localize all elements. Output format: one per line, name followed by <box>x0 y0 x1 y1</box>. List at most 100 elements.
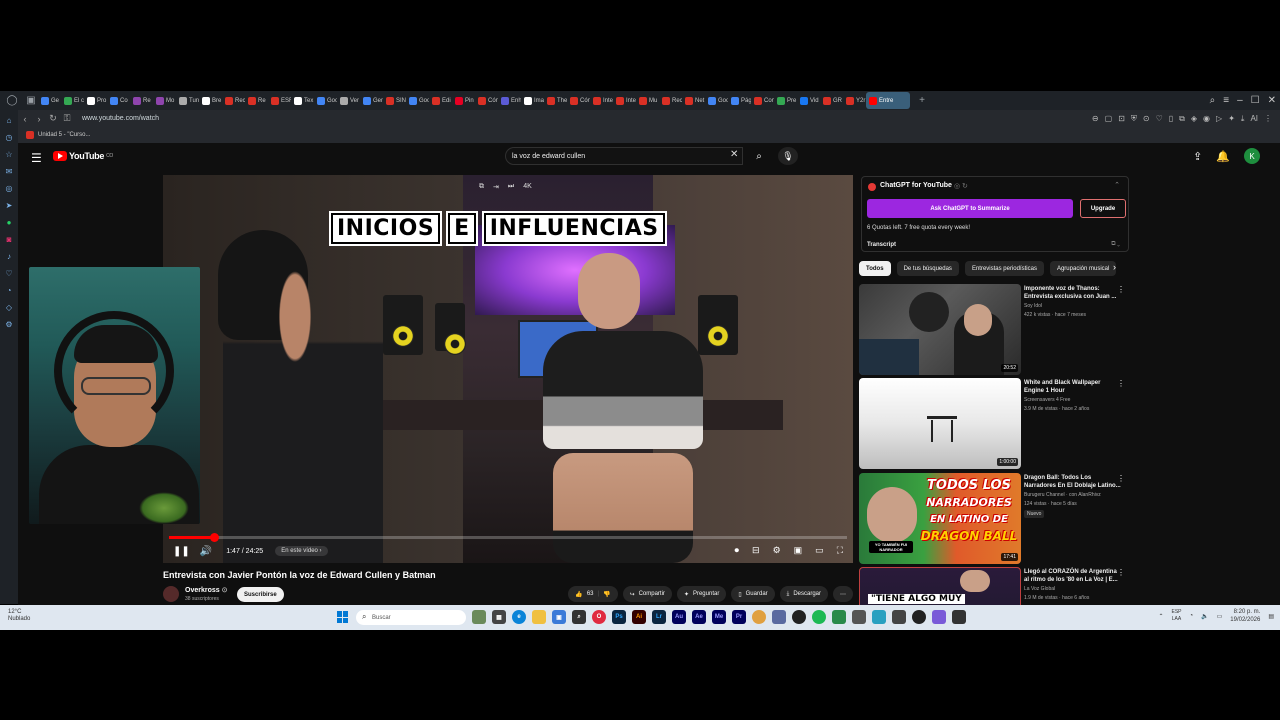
home-icon[interactable]: ⌂ <box>3 114 15 126</box>
after-effects-icon[interactable]: Ae <box>692 610 706 624</box>
recommendation-title[interactable]: Imponente voz de Thanos: Entrevista excl… <box>1024 285 1122 301</box>
notifications-icon[interactable]: ▤ <box>1268 613 1274 620</box>
browser-tab[interactable]: Y2r <box>843 92 866 109</box>
browser-tab[interactable]: Con <box>751 92 774 109</box>
app-icon[interactable] <box>932 610 946 624</box>
browser-tab[interactable]: Inte <box>590 92 613 109</box>
close-window-icon[interactable]: ✕ <box>1268 95 1276 106</box>
browser-tab[interactable]: Tex <box>291 92 314 109</box>
url-field[interactable]: www.youtube.com/watch <box>82 115 159 122</box>
recommendation-channel[interactable]: Soy Idol <box>1024 303 1042 309</box>
maximize-icon[interactable]: ☐ <box>1251 95 1260 106</box>
browser-tab[interactable]: SIN <box>383 92 406 109</box>
recommendation-channel[interactable]: La Voz Global <box>1024 586 1055 592</box>
widget-app-icon[interactable] <box>472 610 486 624</box>
quality-badge[interactable]: 4K <box>523 183 532 191</box>
more-options-icon[interactable]: ⋮ <box>1117 285 1125 294</box>
discord-icon[interactable]: ◎ <box>3 182 15 194</box>
app-icon[interactable] <box>952 610 966 624</box>
download-icon[interactable]: ⤓ <box>1241 114 1245 124</box>
upgrade-button[interactable]: Upgrade <box>1080 199 1126 218</box>
app-icon[interactable] <box>832 610 846 624</box>
subtitles-icon[interactable]: ⊟ <box>752 545 760 556</box>
chevron-up-tray-icon[interactable]: ⌃ <box>1158 613 1163 620</box>
clear-search-icon[interactable]: ✕ <box>730 149 738 160</box>
search-tabs-icon[interactable]: ⌕ <box>1210 95 1216 106</box>
store-icon[interactable]: ▣ <box>552 610 566 624</box>
chip-music-group[interactable]: Agrupación musical <box>1049 261 1117 276</box>
like-button[interactable]: 👍 63 | 👎 <box>568 586 618 602</box>
clock[interactable]: 8:20 p. m. 19/02/2026 <box>1230 608 1260 624</box>
bookmark-icon[interactable]: ▯ <box>1169 114 1173 123</box>
app-icon[interactable] <box>852 610 866 624</box>
chip-interviews[interactable]: Entrevistas periodísticas <box>964 261 1044 276</box>
workspace-icon[interactable]: ▣ <box>24 94 38 108</box>
transcript-label[interactable]: Transcript <box>867 242 896 248</box>
lightroom-icon[interactable]: Lr <box>652 610 666 624</box>
voice-search-icon[interactable]: 🎙 <box>778 147 798 165</box>
more-actions-button[interactable]: ⋯ <box>833 586 853 602</box>
weather-widget[interactable]: 12°C Nublado <box>8 609 30 623</box>
history-icon[interactable]: ◷ <box>3 131 15 143</box>
audition-icon[interactable]: Au <box>672 610 686 624</box>
more-options-icon[interactable]: ⋮ <box>1117 474 1125 483</box>
task-view-icon[interactable]: ▦ <box>492 610 506 624</box>
menu-icon[interactable]: ⋮ <box>1264 114 1272 123</box>
chatgpt-status-icons[interactable]: ◎ ↻ <box>954 182 968 190</box>
spotify-icon[interactable] <box>812 610 826 624</box>
browser-tab[interactable]: Goo <box>406 92 429 109</box>
recommendation-item[interactable]: "TIENE ALGO MUY Llegó al CORAZÓN de Arge… <box>859 567 1129 605</box>
recommendation-title[interactable]: Dragon Ball: Todos Los Narradores En El … <box>1024 474 1122 490</box>
photoshop-icon[interactable]: Ps <box>612 610 626 624</box>
opera-icon[interactable]: ◯ <box>5 94 19 108</box>
windows-start-icon[interactable] <box>337 611 349 623</box>
browser-tab[interactable]: Cón <box>567 92 590 109</box>
whatsapp-icon[interactable]: ● <box>3 216 15 228</box>
extensions-icon[interactable]: ⧉ <box>1179 114 1185 124</box>
puzzle-icon[interactable]: ✦ <box>1228 114 1235 123</box>
thumbs-down-icon[interactable]: 👎 <box>603 591 610 598</box>
recommendation-title[interactable]: Llegó al CORAZÓN de Argentina al ritmo d… <box>1024 568 1122 584</box>
save-button[interactable]: ▯ Guardar <box>731 586 775 602</box>
autoplay-toggle-icon[interactable]: ⏺ <box>735 545 740 556</box>
browser-tab[interactable]: Goo <box>314 92 337 109</box>
search-input[interactable]: la voz de edward cullen <box>505 147 743 165</box>
heart-icon[interactable]: ♡ <box>1156 114 1163 123</box>
skip-icon[interactable]: ⏭ <box>508 183 514 191</box>
search-button[interactable]: ⌕ <box>748 147 770 165</box>
illustrator-icon[interactable]: Ai <box>632 610 646 624</box>
bookmark-item[interactable]: Unidad 5 - "Curso... <box>38 132 91 138</box>
browser-tab[interactable]: Enh <box>498 92 521 109</box>
chapter-button[interactable]: En este vídeo › <box>275 546 328 556</box>
browser-tab[interactable]: Inte <box>613 92 636 109</box>
extension-icon[interactable]: ◈ <box>1191 114 1197 123</box>
minimize-icon[interactable]: – <box>1237 95 1243 106</box>
miniplayer-icon[interactable]: ▣ <box>794 545 803 556</box>
wifi-icon[interactable]: ◔ <box>1190 613 1194 619</box>
instagram-icon[interactable]: ◙ <box>3 233 15 245</box>
tab-menu-icon[interactable]: ≡ <box>1223 95 1229 106</box>
snapshot-icon[interactable]: ⊡ <box>1118 114 1125 123</box>
settings-icon[interactable]: ⚙ <box>3 318 15 330</box>
telegram-icon[interactable]: ➤ <box>3 199 15 211</box>
browser-tab[interactable]: Ver <box>337 92 360 109</box>
browser-tab[interactable]: Co <box>107 92 130 109</box>
app-icon[interactable] <box>772 610 786 624</box>
browser-tab[interactable]: Tun <box>176 92 199 109</box>
theater-mode-icon[interactable]: ▭ <box>815 545 824 556</box>
language-indicator[interactable]: ESP LAA <box>1172 609 1182 623</box>
download-button[interactable]: ⤓ Descargar <box>779 586 828 602</box>
browser-tab[interactable]: Pre <box>774 92 797 109</box>
battery-icon[interactable]: ▭ <box>1217 613 1223 620</box>
crypto-icon[interactable]: ◇ <box>3 301 15 313</box>
recommendation-item[interactable]: 20:52 Imponente voz de Thanos: Entrevist… <box>859 284 1129 376</box>
search-app-icon[interactable]: ⌕ <box>572 610 586 624</box>
app-icon[interactable] <box>872 610 886 624</box>
new-tab-icon[interactable]: + <box>915 94 929 108</box>
browser-tab[interactable]: Rec <box>222 92 245 109</box>
browser-tab[interactable]: ESF <box>268 92 291 109</box>
tab-active[interactable]: Entre <box>866 92 910 109</box>
chip-all[interactable]: Todos <box>859 261 891 276</box>
recommendation-thumbnail[interactable]: 1:00:00 <box>859 378 1021 469</box>
vlc-icon[interactable] <box>752 610 766 624</box>
